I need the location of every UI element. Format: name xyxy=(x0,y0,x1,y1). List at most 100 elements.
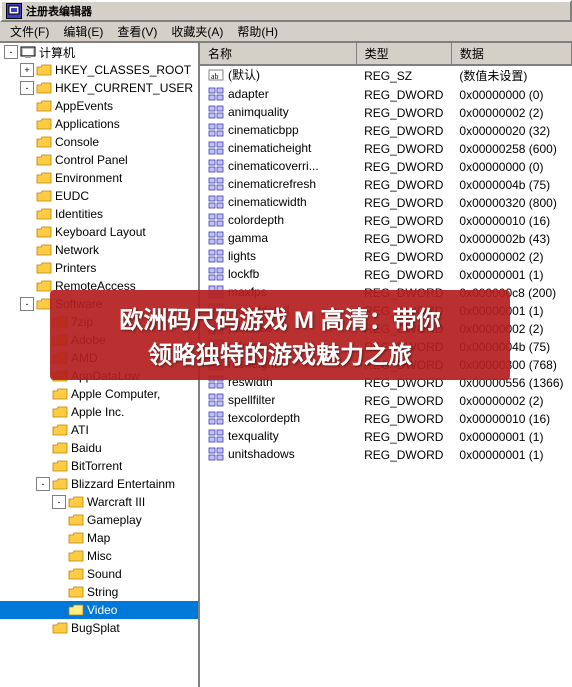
cell-name: lockfb xyxy=(200,266,356,284)
tree-row-controlpanel[interactable]: Control Panel xyxy=(0,151,198,169)
reg-value-name: gamma xyxy=(228,231,268,245)
keyboardlayout-icon xyxy=(36,225,52,239)
tree-row-applications[interactable]: Applications xyxy=(0,115,198,133)
tree-row-gameplay[interactable]: Gameplay xyxy=(0,511,198,529)
table-row[interactable]: animqualityREG_DWORD0x00000002 (2) xyxy=(200,104,572,122)
tree-row-video[interactable]: Video xyxy=(0,601,198,619)
tree-row-environment[interactable]: Environment xyxy=(0,169,198,187)
expand-computer[interactable]: - xyxy=(4,45,18,59)
table-row[interactable]: lightsREG_DWORD0x00000002 (2) xyxy=(200,248,572,266)
tree-row-network[interactable]: Network xyxy=(0,241,198,259)
tree-row-baidu[interactable]: Baidu xyxy=(0,439,198,457)
cell-name: colordepth xyxy=(200,212,356,230)
cell-name: gamma xyxy=(200,230,356,248)
tree-row-misc[interactable]: Misc xyxy=(0,547,198,565)
tree-row-applecomputer[interactable]: Apple Computer, xyxy=(0,385,198,403)
table-row[interactable]: cinematicwidthREG_DWORD0x00000320 (800) xyxy=(200,194,572,212)
table-row[interactable]: cinematicheightREG_DWORD0x00000258 (600) xyxy=(200,140,572,158)
table-row[interactable]: colordepthREG_DWORD0x00000010 (16) xyxy=(200,212,572,230)
cell-type: REG_DWORD xyxy=(356,104,451,122)
tree-row-bittorrent[interactable]: BitTorrent xyxy=(0,457,198,475)
tree-row-string[interactable]: String xyxy=(0,583,198,601)
tree-node-environment: Environment xyxy=(0,169,198,187)
table-row[interactable]: cinematicbppREG_DWORD0x00000020 (32) xyxy=(200,122,572,140)
cell-type: REG_DWORD xyxy=(356,194,451,212)
menu-help[interactable]: 帮助(H) xyxy=(231,22,284,41)
table-row[interactable]: adapterREG_DWORD0x00000000 (0) xyxy=(200,86,572,104)
tree-row-console[interactable]: Console xyxy=(0,133,198,151)
table-row[interactable]: spellfilterREG_DWORD0x00000002 (2) xyxy=(200,392,572,410)
applications-label: Applications xyxy=(55,117,120,131)
cell-name: adapter xyxy=(200,86,356,104)
expand-hkcu[interactable]: - xyxy=(20,81,34,95)
table-row[interactable]: unitshadowsREG_DWORD0x00000001 (1) xyxy=(200,446,572,464)
tree-row-ati[interactable]: ATI xyxy=(0,421,198,439)
dword-reg-icon xyxy=(208,411,224,425)
col-data[interactable]: 数据 xyxy=(451,43,571,65)
tree-row-appleinc[interactable]: Apple Inc. xyxy=(0,403,198,421)
table-row[interactable]: gammaREG_DWORD0x0000002b (43) xyxy=(200,230,572,248)
table-row[interactable]: texqualityREG_DWORD0x00000001 (1) xyxy=(200,428,572,446)
table-row[interactable]: lockfbREG_DWORD0x00000001 (1) xyxy=(200,266,572,284)
tree-row-printers[interactable]: Printers xyxy=(0,259,198,277)
table-row[interactable]: ab (默认)REG_SZ(数值未设置) xyxy=(200,65,572,86)
environment-label: Environment xyxy=(55,171,122,185)
tree-node-string: String xyxy=(0,583,198,601)
tree-row-keyboardlayout[interactable]: Keyboard Layout xyxy=(0,223,198,241)
controlpanel-label: Control Panel xyxy=(55,153,128,167)
reg-value-name: lockfb xyxy=(228,267,259,281)
cell-name: cinematicrefresh xyxy=(200,176,356,194)
network-label: Network xyxy=(55,243,99,257)
cell-data: 0x00000258 (600) xyxy=(451,140,571,158)
tree-row-eudc[interactable]: EUDC xyxy=(0,187,198,205)
tree-row-sound[interactable]: Sound xyxy=(0,565,198,583)
tree-node-keyboardlayout: Keyboard Layout xyxy=(0,223,198,241)
menu-view[interactable]: 查看(V) xyxy=(111,22,163,41)
tree-row-hkcr[interactable]: + HKEY_CLASSES_ROOT xyxy=(0,61,198,79)
table-row[interactable]: cinematicoverri...REG_DWORD0x00000000 (0… xyxy=(200,158,572,176)
table-row[interactable]: texcolordepthREG_DWORD0x00000010 (16) xyxy=(200,410,572,428)
gameplay-icon xyxy=(68,513,84,527)
expand-blizzard[interactable]: - xyxy=(36,477,50,491)
cell-type: REG_DWORD xyxy=(356,446,451,464)
dword-reg-icon xyxy=(208,87,224,101)
reg-value-name: (默认) xyxy=(228,66,260,83)
cell-data: 0x00000000 (0) xyxy=(451,86,571,104)
menu-edit[interactable]: 编辑(E) xyxy=(57,22,109,41)
tree-row-identities[interactable]: Identities xyxy=(0,205,198,223)
ati-icon xyxy=(52,423,68,437)
reg-value-name: animquality xyxy=(228,105,289,119)
tree-row-hkcu[interactable]: - HKEY_CURRENT_USER xyxy=(0,79,198,97)
dword-reg-icon xyxy=(208,429,224,443)
cell-data: 0x0000002b (43) xyxy=(451,230,571,248)
expand-software[interactable]: - xyxy=(20,297,34,311)
tree-row-map[interactable]: Map xyxy=(0,529,198,547)
table-row[interactable]: cinematicrefreshREG_DWORD0x0000004b (75) xyxy=(200,176,572,194)
appleinc-icon xyxy=(52,405,68,419)
menu-favorites[interactable]: 收藏夹(A) xyxy=(165,22,229,41)
remoteaccess-icon xyxy=(36,279,52,293)
expand-warcraft3[interactable]: - xyxy=(52,495,66,509)
tree-row-warcraft3[interactable]: - Warcraft III xyxy=(0,493,198,511)
computer-label: 计算机 xyxy=(39,44,75,61)
ad-overlay[interactable]: 欧洲码尺码游戏 M 高清：带你 领略独特的游戏魅力之旅 xyxy=(50,290,510,380)
dword-reg-icon xyxy=(208,105,224,119)
values-table: 名称 类型 数据 ab (默认)REG_SZ(数值未设置) adapterREG… xyxy=(200,43,572,464)
tree-node-bittorrent: BitTorrent xyxy=(0,457,198,475)
tree-row-computer[interactable]: - 计算机 xyxy=(0,43,198,61)
dword-reg-icon xyxy=(208,141,224,155)
cell-type: REG_DWORD xyxy=(356,212,451,230)
sound-label: Sound xyxy=(87,567,122,581)
hkcr-folder-icon xyxy=(36,63,52,77)
tree-row-blizzard[interactable]: - Blizzard Entertainm xyxy=(0,475,198,493)
tree-row-appevents[interactable]: AppEvents xyxy=(0,97,198,115)
blizzard-label: Blizzard Entertainm xyxy=(71,477,175,491)
col-name[interactable]: 名称 xyxy=(200,43,356,65)
tree-row-bugsplat[interactable]: BugSplat xyxy=(0,619,198,637)
appevents-icon xyxy=(36,99,52,113)
baidu-icon xyxy=(52,441,68,455)
sound-icon xyxy=(68,567,84,581)
expand-hkcr[interactable]: + xyxy=(20,63,34,77)
menu-file[interactable]: 文件(F) xyxy=(4,22,55,41)
col-type[interactable]: 类型 xyxy=(356,43,451,65)
